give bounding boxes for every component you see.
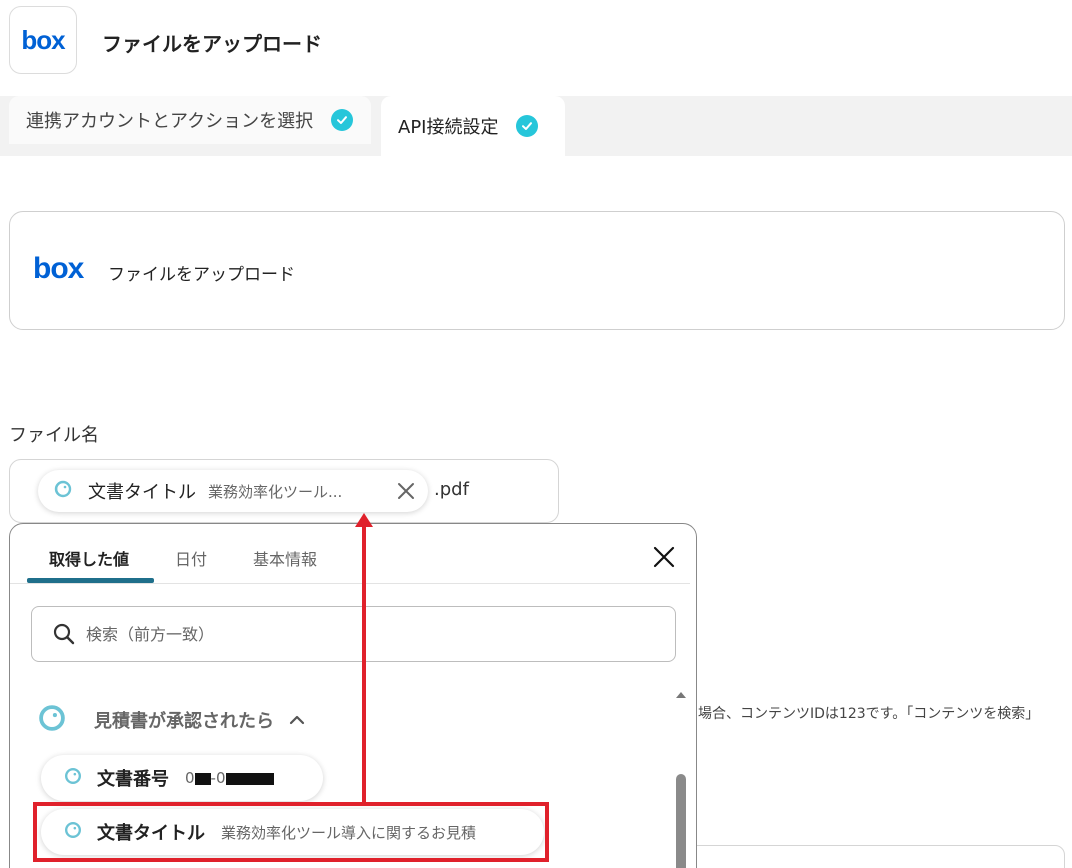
scroll-up-arrow[interactable] [674,687,688,701]
box-logo-text: box [21,24,65,55]
annotation-arrow-head [355,513,373,527]
tab-basic-info[interactable]: 基本情報 [253,546,317,570]
box-logo-text: box [33,252,84,285]
item-value: 0 -0 [185,769,274,787]
check-icon [331,109,354,131]
value-prefix: 0 [185,769,195,787]
file-name-input[interactable]: 文書タイトル 業務効率化ツール... .pdf [9,459,559,523]
item-name: 文書番号 [97,769,169,790]
value-mid: -0 [210,769,226,787]
tab-label: API接続設定 [398,117,499,138]
close-icon[interactable] [652,545,676,569]
search-input[interactable] [86,624,646,644]
popup-tabs: 取得した値 日付 基本情報 [10,524,690,584]
variable-chip[interactable]: 文書タイトル 業務効率化ツール... [38,470,428,512]
tab-acquired-values[interactable]: 取得した値 [49,546,129,570]
tab-account-action[interactable]: 連携アカウントとアクションを選択 [9,96,371,144]
tab-label: 連携アカウントとアクションを選択 [26,111,314,132]
yoom-node-icon [52,478,74,504]
active-tab-indicator [27,578,154,583]
trigger-group-header[interactable]: 見積書が承認されたら [36,702,306,738]
tab-date[interactable]: 日付 [175,546,207,570]
chevron-up-icon[interactable] [288,711,306,729]
value-item-document-number[interactable]: 文書番号 0 -0 [41,755,323,801]
redacted-block [225,772,274,785]
annotation-highlight-box [33,802,549,862]
search-icon [52,622,76,646]
search-field[interactable] [31,606,676,662]
chip-name: 文書タイトル [88,482,196,503]
app-logo: box [9,6,77,74]
group-title: 見積書が承認されたら [94,711,274,732]
action-card-label: ファイルをアップロード [108,265,295,285]
redacted-block [194,772,211,785]
annotation-arrow-line [362,524,366,802]
file-extension: .pdf [434,479,469,500]
chip-value: 業務効率化ツール... [208,482,343,501]
page-title: ファイルをアップロード [102,32,322,56]
help-text: の場合、コンテンツIDは123です。「コンテンツを検索」 [684,706,1040,722]
action-card: box ファイルをアップロード [9,211,1065,330]
scrollbar-thumb[interactable] [676,774,686,868]
tab-api-settings[interactable]: API接続設定 [381,96,565,156]
check-icon [516,115,539,137]
close-icon[interactable] [396,481,416,501]
yoom-node-icon [36,702,68,738]
yoom-node-icon [63,766,83,790]
background-input[interactable] [680,845,1065,868]
file-name-label: ファイル名 [9,425,99,446]
